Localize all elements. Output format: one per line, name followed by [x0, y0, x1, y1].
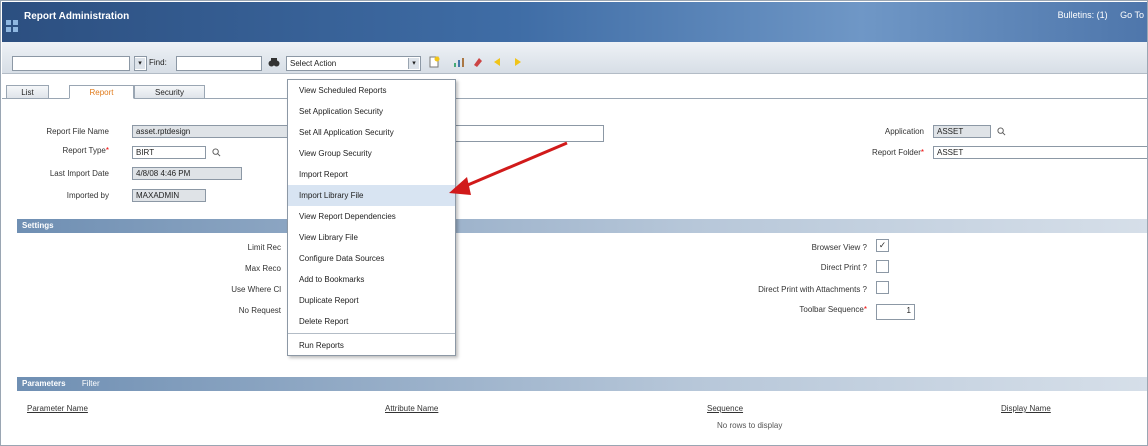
new-report-icon[interactable] [428, 56, 440, 68]
imported-by-field: MAXADMIN [132, 189, 206, 202]
tab-list[interactable]: List [6, 85, 49, 99]
app-header: Report Administration Bulletins: (1) Go … [2, 2, 1147, 42]
imported-by-label: Imported by [66, 191, 109, 200]
column-display-name[interactable]: Display Name [1001, 404, 1051, 413]
last-import-date-field: 4/8/08 4:46 PM [132, 167, 242, 180]
menu-item-run-reports[interactable]: Run Reports [288, 335, 455, 356]
report-description-field[interactable] [453, 125, 604, 142]
lookup-icon[interactable] [212, 148, 221, 157]
report-type-label: Report Type* [62, 146, 109, 155]
no-request-page-label: No Request [238, 306, 281, 315]
settings-section-header: Settings [17, 219, 1147, 233]
menu-item-set-all-application-security[interactable]: Set All Application Security [288, 122, 455, 143]
report-file-name-label: Report File Name [46, 127, 109, 136]
parameters-section-header: Parameters Filter [17, 377, 1147, 391]
menu-item-configure-data-sources[interactable]: Configure Data Sources [288, 248, 455, 269]
filter-link[interactable]: Filter [82, 379, 100, 388]
binoculars-icon[interactable] [268, 56, 280, 68]
column-parameter-name[interactable]: Parameter Name [27, 404, 88, 413]
empty-rows-message: No rows to display [717, 421, 783, 430]
save-icon[interactable] [453, 56, 465, 68]
limit-records-label: Limit Rec [247, 243, 281, 252]
clear-icon[interactable] [472, 56, 484, 68]
report-file-name-field[interactable]: asset.rptdesign [132, 125, 292, 138]
report-folder-label: Report Folder* [871, 148, 924, 157]
toolbar-sequence-label: Toolbar Sequence* [799, 305, 867, 314]
browser-view-label: Browser View ? [811, 243, 867, 252]
tab-strip: List Report Security [2, 85, 1147, 99]
browser-view-checkbox[interactable]: ✓ [876, 239, 889, 252]
app-window: Report Administration Bulletins: (1) Go … [0, 0, 1148, 446]
report-type-field[interactable]: BIRT [132, 146, 206, 159]
tab-security[interactable]: Security [134, 85, 205, 99]
last-import-date-label: Last Import Date [49, 169, 109, 178]
chevron-down-icon: ▾ [408, 58, 419, 69]
direct-print-checkbox[interactable] [876, 260, 889, 273]
menu-item-delete-report[interactable]: Delete Report [288, 311, 455, 332]
menu-item-view-library-file[interactable]: View Library File [288, 227, 455, 248]
column-sequence[interactable]: Sequence [707, 404, 743, 413]
select-action-dropdown[interactable]: Select Action ▾ [286, 56, 421, 71]
application-field: ASSET [933, 125, 991, 138]
toolbar-sequence-field[interactable]: 1 [876, 304, 915, 320]
menu-item-view-scheduled-reports[interactable]: View Scheduled Reports [288, 80, 455, 101]
page-title: Report Administration [24, 11, 130, 22]
find-input[interactable] [176, 56, 262, 71]
header-links: Bulletins: (1) Go To [1048, 10, 1144, 20]
menu-item-import-library-file[interactable]: Import Library File [288, 185, 455, 206]
chevron-down-icon: ▾ [134, 58, 145, 69]
direct-print-attachments-checkbox[interactable] [876, 281, 889, 294]
tab-report[interactable]: Report [69, 85, 134, 99]
app-logo-icon [6, 20, 20, 34]
report-folder-field[interactable]: ASSET [933, 146, 1147, 159]
menu-item-import-report[interactable]: Import Report [288, 164, 455, 185]
select-action-menu: View Scheduled Reports Set Application S… [287, 79, 456, 356]
previous-icon[interactable] [492, 56, 504, 68]
menu-item-add-to-bookmarks[interactable]: Add to Bookmarks [288, 269, 455, 290]
lookup-icon[interactable] [997, 127, 1006, 136]
use-where-clause-label: Use Where Cl [231, 285, 281, 294]
column-attribute-name[interactable]: Attribute Name [385, 404, 438, 413]
menu-item-view-group-security[interactable]: View Group Security [288, 143, 455, 164]
direct-print-attachments-label: Direct Print with Attachments ? [758, 285, 867, 294]
find-label: Find: [149, 58, 167, 67]
record-search-input[interactable] [12, 56, 130, 71]
menu-item-view-report-dependencies[interactable]: View Report Dependencies [288, 206, 455, 227]
menu-divider [288, 333, 455, 334]
direct-print-label: Direct Print ? [820, 263, 867, 272]
application-label: Application [884, 127, 924, 136]
max-records-label: Max Reco [244, 264, 281, 273]
menu-item-duplicate-report[interactable]: Duplicate Report [288, 290, 455, 311]
parameters-title: Parameters [22, 379, 66, 388]
menu-item-set-application-security[interactable]: Set Application Security [288, 101, 455, 122]
search-dropdown[interactable]: ▾ [134, 56, 147, 71]
goto-link[interactable]: Go To [1120, 10, 1144, 20]
bulletins-link[interactable]: Bulletins: (1) [1058, 10, 1108, 20]
select-action-label: Select Action [290, 59, 337, 68]
toolbar [2, 42, 1147, 74]
next-icon[interactable] [511, 56, 523, 68]
